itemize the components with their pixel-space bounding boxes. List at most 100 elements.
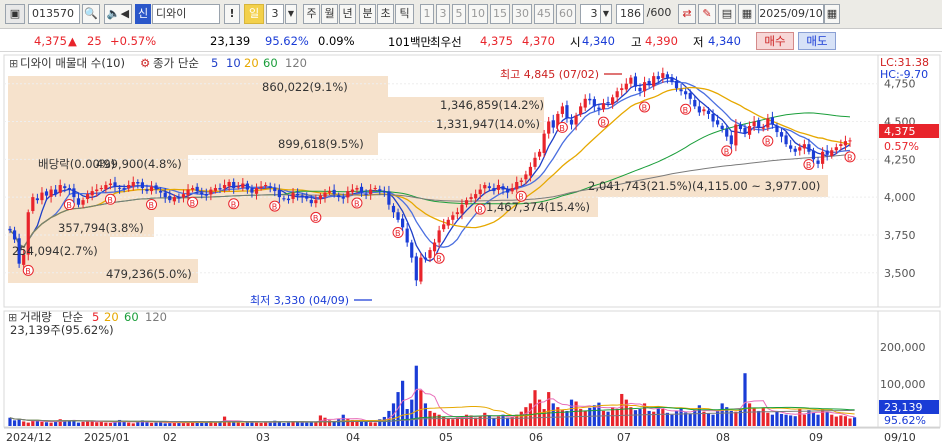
price-panel-title: 디와이 매물대 수(10) <box>20 56 125 70</box>
chart-type-icon[interactable]: ⇄ <box>678 4 696 24</box>
calendar-icon[interactable]: ▦ <box>824 4 840 24</box>
period-day-button[interactable]: 일 <box>244 4 264 24</box>
tab-month[interactable]: 월 <box>321 4 338 24</box>
chart-area[interactable]: BBBBBBBBBBBBBBBBBBBBB 860,022(9.1%) 1,34… <box>0 53 942 444</box>
candle <box>633 76 638 87</box>
volume-bar <box>793 416 797 426</box>
volume-value: 23,139 <box>210 34 251 48</box>
volume-bar <box>369 422 373 426</box>
ma-close-icon[interactable]: ⚙ <box>140 56 150 70</box>
stock-name-field[interactable]: 디와이 <box>152 4 220 24</box>
candle <box>131 182 135 187</box>
volume-bar <box>44 422 49 426</box>
minute-45-button[interactable]: 45 <box>534 4 554 24</box>
candle <box>159 190 163 193</box>
speaker-icon[interactable]: 🔈◀ <box>104 4 132 24</box>
date-tick: 07 <box>617 431 631 444</box>
volume-bar <box>483 412 487 426</box>
period-count[interactable]: 3 <box>266 4 284 24</box>
volume-bar <box>8 417 12 426</box>
candle <box>442 224 446 230</box>
candle <box>725 129 729 137</box>
high-price: 4,390 <box>645 34 678 48</box>
buy-button[interactable]: 매수 <box>756 32 794 50</box>
candle <box>601 103 606 110</box>
search-icon[interactable]: 🔍 <box>82 4 100 24</box>
vp-label-6: 2,041,743(21.5%)(4,115.00 ~ 3,977.00) <box>588 179 820 193</box>
candle <box>524 174 528 180</box>
candle <box>154 185 158 190</box>
candle <box>277 189 281 198</box>
candle <box>843 141 848 146</box>
sell-button[interactable]: 매도 <box>798 32 836 50</box>
volume-bar <box>478 416 482 426</box>
candle <box>213 188 218 191</box>
candle <box>798 147 802 151</box>
minute-5-button[interactable]: 5 <box>452 4 466 24</box>
candle <box>597 107 601 110</box>
candle <box>40 192 44 201</box>
candle <box>273 188 277 192</box>
candle <box>839 144 843 147</box>
candle <box>168 195 172 201</box>
volume-bar <box>569 399 574 426</box>
candle <box>369 189 373 195</box>
save-icon[interactable]: ▤ <box>718 4 736 24</box>
minute-1-button[interactable]: 1 <box>420 4 434 24</box>
tool-icon[interactable]: ✎ <box>698 4 716 24</box>
buy-signal-letter: B <box>765 138 771 147</box>
count-input[interactable]: 186 <box>616 4 644 24</box>
date-input[interactable]: 2025/09/10 <box>758 4 824 24</box>
minute-30-button[interactable]: 30 <box>512 4 532 24</box>
candle <box>706 110 711 114</box>
low-label: 저 <box>693 35 704 49</box>
ma-20-label: 20 <box>244 56 259 70</box>
candle <box>583 98 587 108</box>
volume-bar <box>547 392 551 426</box>
volume-bar <box>95 422 99 426</box>
candle <box>428 250 432 258</box>
candle <box>172 197 176 202</box>
buy-signal-letter: B <box>642 103 648 112</box>
tab-week[interactable]: 주 <box>303 4 320 24</box>
minute-dropdown-icon[interactable]: ▼ <box>600 4 612 24</box>
candle <box>642 82 647 92</box>
tab-minute[interactable]: 분 <box>359 4 376 24</box>
volume-bar <box>743 373 747 426</box>
volume-bar <box>766 412 770 426</box>
print-icon[interactable]: ▦ <box>738 4 756 24</box>
candle <box>588 98 592 101</box>
candle <box>460 204 464 214</box>
minute-10-button[interactable]: 10 <box>468 4 488 24</box>
alert-button[interactable]: ! <box>224 4 240 24</box>
candle <box>318 195 323 199</box>
chart-settings-icon[interactable]: ⊞ <box>9 57 18 70</box>
candle <box>579 106 583 115</box>
vma-120-label: 120 <box>145 310 167 324</box>
volume-bar <box>606 411 610 426</box>
price-volume-chart[interactable]: BBBB B B BBBBBBBBBB BBBBB 860,022(9.1%) 1,34… <box>0 53 942 444</box>
ask-badge[interactable]: 신 <box>135 4 151 24</box>
date-tick: 09 <box>809 431 823 444</box>
volume-bar <box>852 417 857 426</box>
volume-bar <box>149 422 154 426</box>
volume-bar <box>282 422 286 426</box>
candle <box>729 135 733 145</box>
minute-15-button[interactable]: 15 <box>490 4 510 24</box>
minute-3-button[interactable]: 3 <box>436 4 450 24</box>
candle <box>661 73 665 78</box>
volume-bar <box>451 419 455 426</box>
stock-code-input[interactable]: 013570 <box>28 4 80 24</box>
buy-signal-letter: B <box>559 124 565 133</box>
period-dropdown-icon[interactable]: ▼ <box>285 4 297 24</box>
buy-signal-letter: B <box>25 267 31 276</box>
date-tick: 08 <box>716 431 730 444</box>
tab-year[interactable]: 년 <box>339 4 356 24</box>
volume-bar <box>615 409 619 426</box>
tab-second[interactable]: 초 <box>377 4 394 24</box>
tab-tick[interactable]: 틱 <box>395 4 414 24</box>
candle <box>268 186 272 189</box>
candle <box>296 193 300 196</box>
settings-icon[interactable]: ▣ <box>5 4 25 24</box>
minute-60-button[interactable]: 60 <box>556 4 576 24</box>
